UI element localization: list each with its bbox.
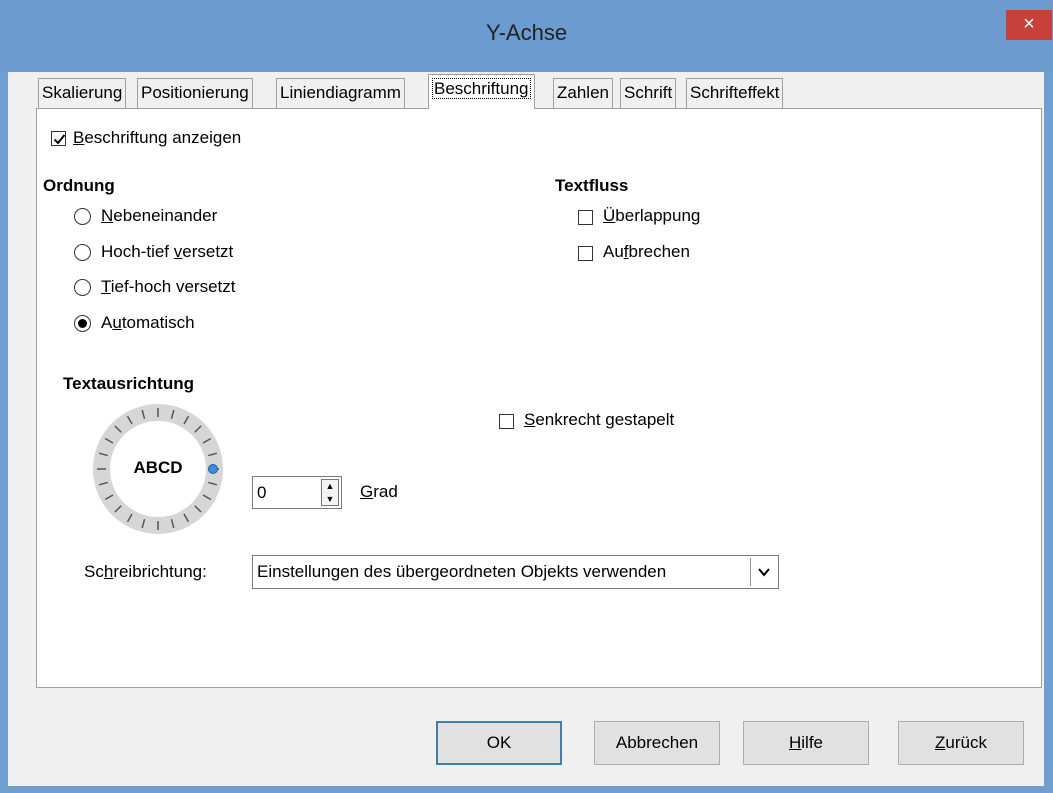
- dialog-client: Skalierung Positionierung Liniendiagramm…: [8, 72, 1044, 786]
- radio-automatisch[interactable]: [74, 315, 91, 332]
- help-button[interactable]: Hilfe: [743, 721, 869, 765]
- tab-label: Skalierung: [42, 83, 123, 102]
- checkmark-icon: [53, 134, 66, 145]
- spin-buttons[interactable]: ▲ ▼: [321, 479, 339, 506]
- overlap-label[interactable]: Überlappung: [603, 206, 700, 226]
- tab-label: Schrift: [624, 83, 673, 102]
- dialog-window: Y-Achse × Skalierung Positionierung Lini…: [0, 0, 1053, 793]
- tab-panel-beschriftung: Beschriftung anzeigen Ordnung Nebeneinan…: [36, 108, 1042, 688]
- tab-positionierung[interactable]: Positionierung: [137, 78, 253, 108]
- radio-tief-hoch[interactable]: [74, 279, 91, 296]
- ok-button[interactable]: OK: [436, 721, 562, 765]
- tab-beschriftung[interactable]: Beschriftung: [428, 74, 535, 109]
- spin-up-icon[interactable]: ▲: [322, 480, 338, 492]
- order-heading: Ordnung: [43, 176, 115, 195]
- spin-down-icon[interactable]: ▼: [322, 493, 338, 505]
- tab-label: Zahlen: [557, 83, 609, 102]
- overlap-checkbox[interactable]: [578, 210, 593, 225]
- tab-schrifteffekt[interactable]: Schrifteffekt: [686, 78, 784, 108]
- text-orientation-heading: Textausrichtung: [63, 374, 194, 393]
- textflow-heading: Textfluss: [555, 176, 629, 195]
- degrees-spinbox[interactable]: 0 ▲ ▼: [252, 476, 342, 509]
- break-label[interactable]: Aufbrechen: [603, 242, 690, 262]
- orientation-dial[interactable]: ABCD: [83, 394, 233, 544]
- radio-automatisch-label[interactable]: Automatisch: [101, 313, 195, 333]
- chevron-down-icon[interactable]: [750, 558, 776, 586]
- close-button[interactable]: ×: [1006, 10, 1052, 40]
- stacked-checkbox[interactable]: [499, 414, 514, 429]
- radio-hoch-tief-label[interactable]: Hoch-tief versetzt: [101, 242, 233, 262]
- radio-hoch-tief[interactable]: [74, 244, 91, 261]
- tab-label: Schrifteffekt: [690, 83, 780, 102]
- break-checkbox[interactable]: [578, 246, 593, 261]
- cancel-button[interactable]: Abbrechen: [594, 721, 720, 765]
- radio-tief-hoch-label[interactable]: Tief-hoch versetzt: [101, 277, 236, 297]
- tab-schrift[interactable]: Schrift: [620, 78, 677, 108]
- writing-direction-value: Einstellungen des übergeordneten Objekts…: [257, 562, 667, 581]
- tab-label: Positionierung: [141, 83, 249, 102]
- degrees-value[interactable]: 0: [257, 483, 266, 503]
- tab-skalierung[interactable]: Skalierung: [38, 78, 127, 108]
- tab-zahlen[interactable]: Zahlen: [553, 78, 613, 108]
- stacked-label[interactable]: Senkrecht gestapelt: [524, 410, 674, 430]
- radio-selected-dot: [78, 319, 87, 328]
- title-bar[interactable]: Y-Achse ×: [0, 0, 1053, 72]
- radio-nebeneinander-label[interactable]: Nebeneinander: [101, 206, 217, 226]
- writing-direction-select[interactable]: Einstellungen des übergeordneten Objekts…: [252, 555, 779, 589]
- tab-label: Liniendiagramm: [280, 83, 401, 102]
- tab-liniendiagramm[interactable]: Liniendiagramm: [276, 78, 405, 108]
- dial-label: ABCD: [133, 458, 183, 477]
- show-labels-checkbox[interactable]: [51, 131, 66, 146]
- window-title: Y-Achse: [485, 20, 568, 45]
- writing-direction-label: Schreibrichtung:: [84, 562, 207, 581]
- show-labels-label[interactable]: Beschriftung anzeigen: [73, 128, 241, 148]
- degrees-unit-label: Grad: [360, 482, 398, 501]
- radio-nebeneinander[interactable]: [74, 208, 91, 225]
- back-button[interactable]: Zurück: [898, 721, 1024, 765]
- tab-label: Beschriftung: [432, 78, 531, 99]
